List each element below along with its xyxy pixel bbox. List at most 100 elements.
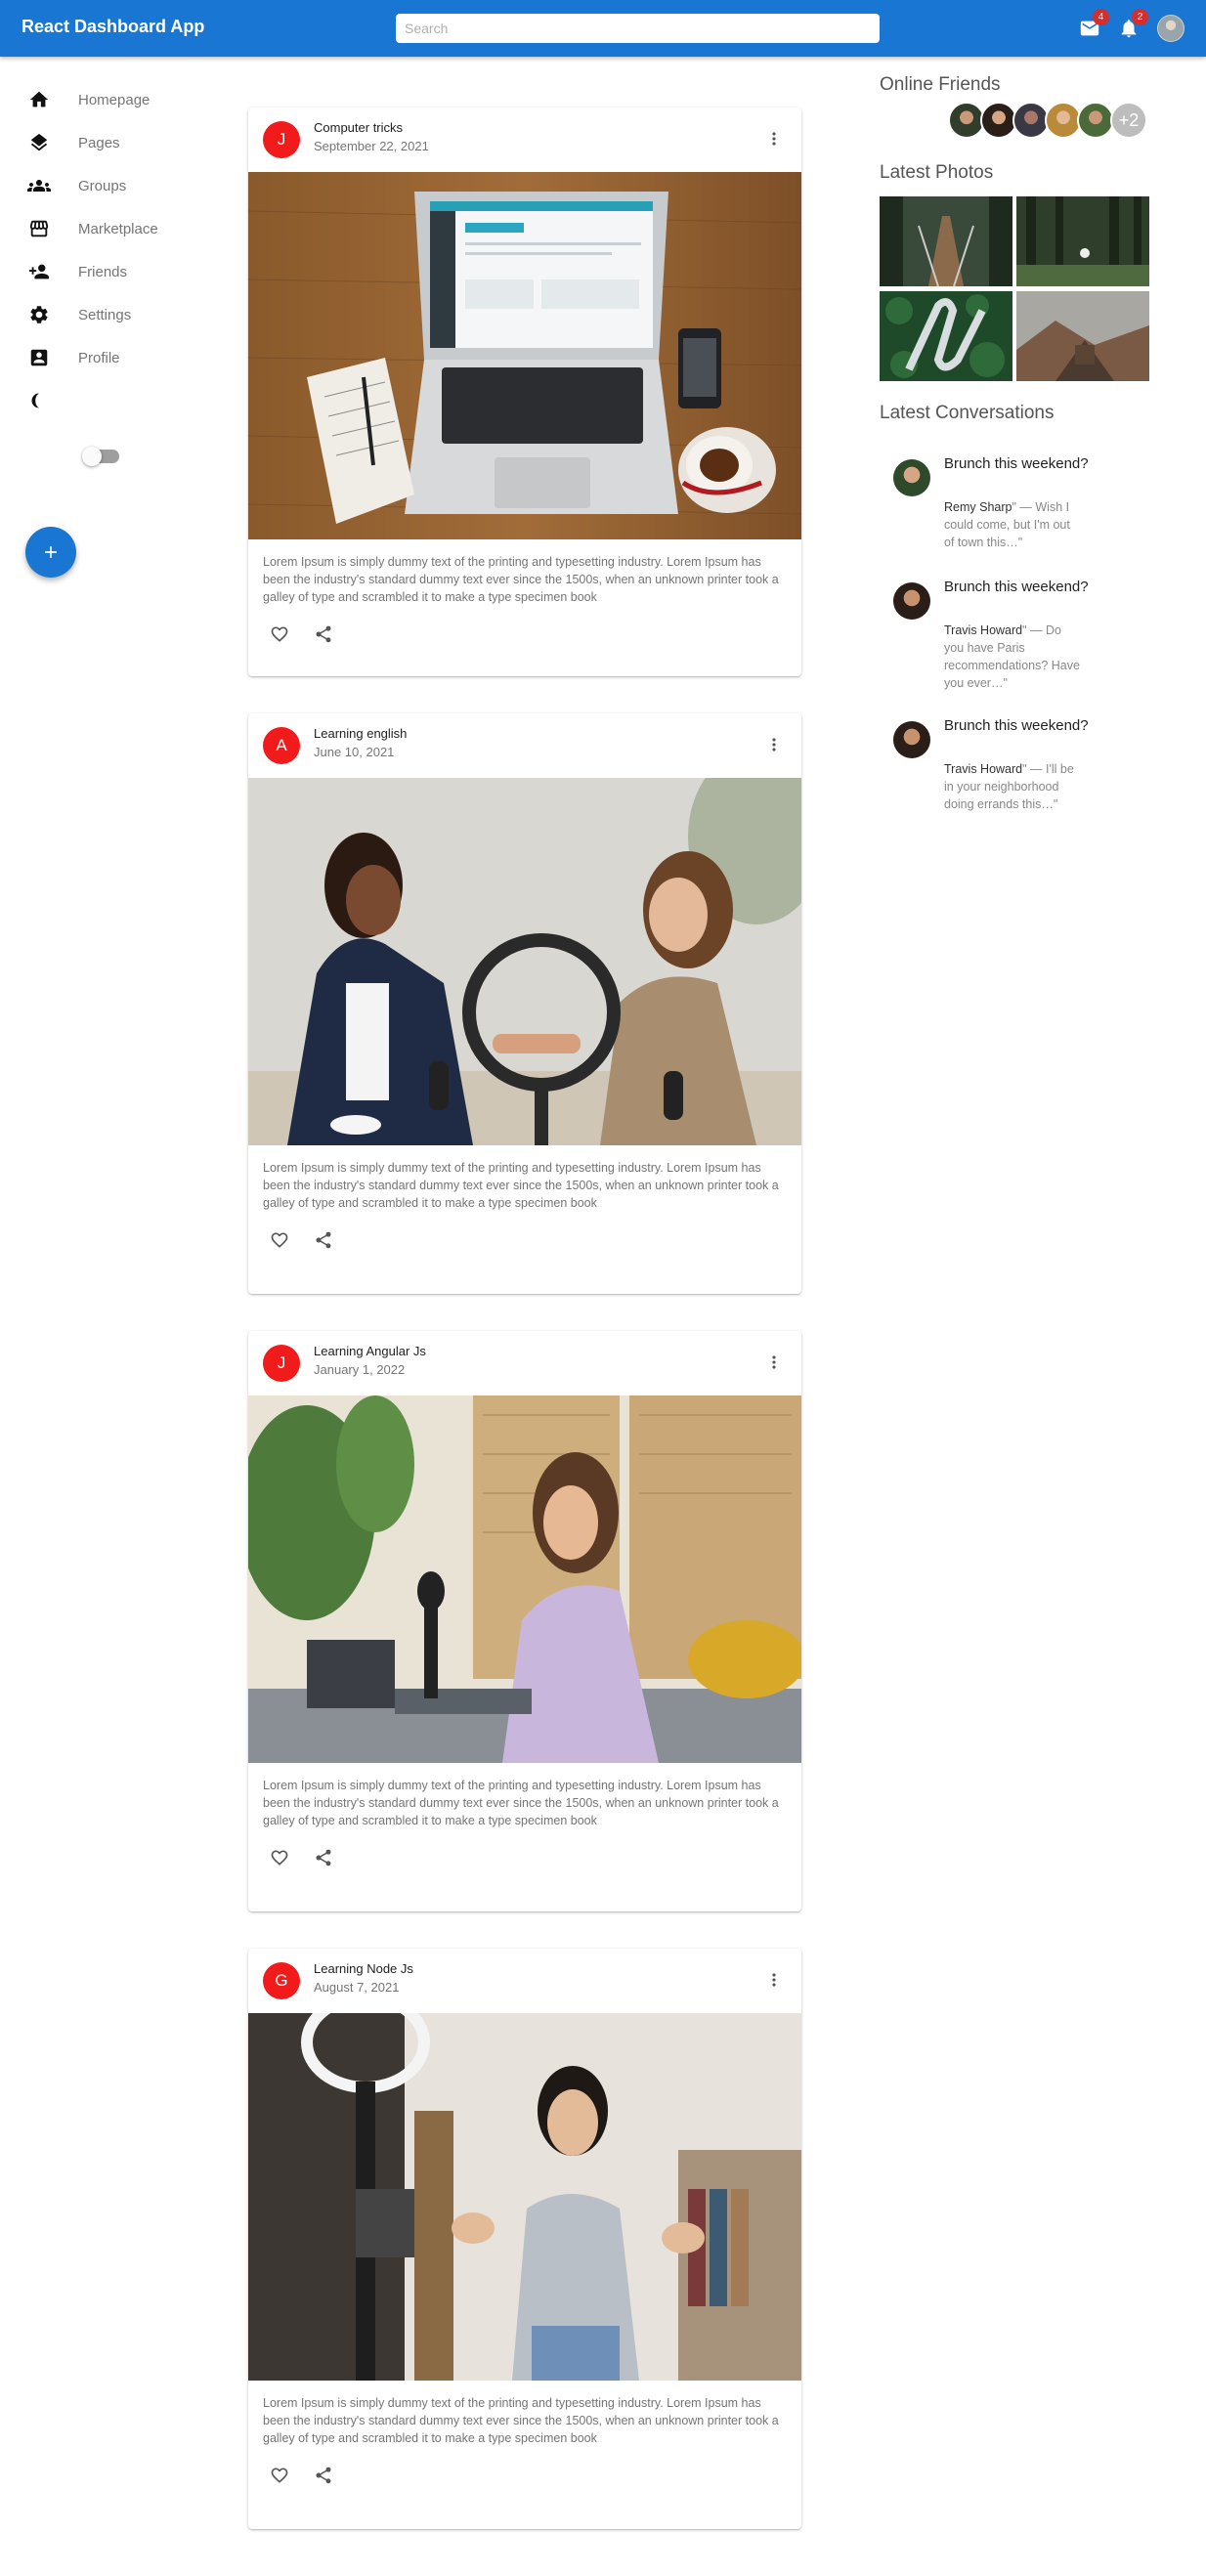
post-text: Lorem Ipsum is simply dummy text of the … (263, 555, 779, 604)
share-button[interactable] (312, 2464, 335, 2487)
share-button[interactable] (312, 1228, 335, 1252)
post-avatar[interactable]: G (263, 1962, 300, 1999)
share-button[interactable] (312, 623, 335, 646)
user-avatar[interactable] (1157, 15, 1184, 42)
post-avatar[interactable]: J (263, 121, 300, 158)
sidebar-item-settings[interactable]: Settings (0, 293, 235, 336)
sidebar-item-homepage[interactable]: Homepage (0, 78, 235, 121)
sidebar-item-friends[interactable]: Friends (0, 250, 235, 293)
post-title: Learning Angular Js (314, 1344, 426, 1358)
conversation-avatar (893, 459, 930, 496)
post-image (248, 1992, 801, 2381)
layers-icon (27, 131, 51, 154)
dark-mode-row (0, 379, 235, 422)
post-text: Lorem Ipsum is simply dummy text of the … (263, 2396, 779, 2445)
share-icon (316, 2467, 331, 2484)
post-options-button[interactable] (762, 1968, 786, 1992)
post-card: J Computer tricks September 22, 2021 Lor… (248, 107, 801, 676)
post-title: Learning Node Js (314, 1961, 413, 1976)
add-icon (45, 546, 57, 558)
share-button[interactable] (312, 1846, 335, 1869)
conversation-preview: Travis Howard" — I'll be in your neighbo… (944, 760, 1081, 813)
sidebar-item-label: Pages (78, 134, 120, 151)
post-card: J Learning Angular Js January 1, 2022 Lo… (248, 1331, 801, 1911)
heart-outline-icon (271, 1850, 288, 1866)
account-box-icon (27, 346, 51, 369)
notifications-badge: 2 (1132, 9, 1148, 25)
post-title: Learning english (314, 726, 408, 741)
sidebar-item-groups[interactable]: Groups (0, 164, 235, 207)
gear-icon (27, 303, 51, 326)
sidebar-item-marketplace[interactable]: Marketplace (0, 207, 235, 250)
storefront-icon (27, 217, 51, 240)
post-image (248, 1395, 801, 1763)
post-options-button[interactable] (762, 127, 786, 150)
heart-outline-icon (271, 2468, 288, 2483)
friend-avatar[interactable] (1077, 102, 1114, 139)
share-icon (316, 625, 331, 643)
more-vert-icon (772, 738, 776, 751)
more-vert-icon (772, 1973, 776, 1987)
conversation-avatar (893, 721, 930, 758)
groups-icon (27, 174, 51, 197)
app-bar: React Dashboard App 4 2 (0, 0, 1206, 57)
more-vert-icon (772, 132, 776, 146)
person-add-icon (27, 260, 51, 283)
mail-badge: 4 (1093, 9, 1109, 25)
post-avatar[interactable]: J (263, 1345, 300, 1382)
share-icon (316, 1231, 331, 1249)
post-title: Computer tricks (314, 120, 404, 135)
latest-photos-title: Latest Photos (880, 162, 994, 183)
post-date: January 1, 2022 (314, 1362, 406, 1377)
conversation-preview: Remy Sharp" — Wish I could come, but I'm… (944, 498, 1081, 551)
more-friends-avatar[interactable]: +2 (1110, 102, 1147, 139)
conversation-avatar (893, 582, 930, 620)
dark-mode-toggle[interactable] (82, 447, 119, 466)
sidebar-item-label: Settings (78, 306, 132, 323)
latest-photo[interactable] (880, 196, 1012, 287)
post-date: August 7, 2021 (314, 1980, 400, 1995)
latest-photo[interactable] (880, 291, 1012, 381)
latest-photo[interactable] (1016, 291, 1149, 381)
like-button[interactable] (268, 1846, 291, 1869)
sidebar-item-pages[interactable]: Pages (0, 121, 235, 164)
heart-outline-icon (271, 1232, 288, 1248)
like-button[interactable] (268, 623, 291, 646)
search-input[interactable] (396, 14, 880, 43)
conversation-preview: Travis Howard" — Do you have Paris recom… (944, 622, 1081, 692)
add-post-button[interactable] (25, 527, 76, 578)
heart-outline-icon (271, 626, 288, 642)
post-image (248, 172, 801, 539)
post-date: June 10, 2021 (314, 745, 395, 759)
post-image (248, 749, 801, 1145)
post-avatar[interactable]: A (263, 727, 300, 764)
latest-conversations-title: Latest Conversations (880, 403, 1055, 423)
latest-photo[interactable] (1016, 196, 1149, 286)
post-date: September 22, 2021 (314, 139, 429, 153)
more-vert-icon (772, 1355, 776, 1369)
home-icon (27, 88, 51, 111)
sidebar-item-label: Homepage (78, 91, 151, 108)
moon-icon (27, 389, 51, 412)
online-friends-title: Online Friends (880, 74, 1001, 95)
post-options-button[interactable] (762, 1351, 786, 1374)
mail-button[interactable]: 4 (1076, 9, 1109, 42)
app-title[interactable]: React Dashboard App (22, 17, 204, 37)
sidebar-item-label: Profile (78, 349, 120, 366)
post-card: A Learning english June 10, 2021 Lorem I… (248, 713, 801, 1294)
conversation-sender: Travis Howard (944, 762, 1023, 776)
like-button[interactable] (268, 1228, 291, 1252)
sidebar-item-label: Marketplace (78, 220, 158, 237)
like-button[interactable] (268, 2464, 291, 2487)
post-card: G Learning Node Js August 7, 2021 Lorem … (248, 1949, 801, 2529)
post-options-button[interactable] (762, 733, 786, 756)
conversation-subject: Brunch this weekend? (944, 717, 1089, 734)
toggle-knob (82, 447, 102, 466)
notifications-button[interactable]: 2 (1115, 9, 1148, 42)
conversation-sender: Remy Sharp (944, 500, 1012, 514)
conversation-subject: Brunch this weekend? (944, 455, 1089, 472)
sidebar-item-label: Groups (78, 177, 127, 194)
share-icon (316, 1849, 331, 1867)
conversation-sender: Travis Howard (944, 623, 1023, 637)
sidebar-item-profile[interactable]: Profile (0, 336, 235, 379)
